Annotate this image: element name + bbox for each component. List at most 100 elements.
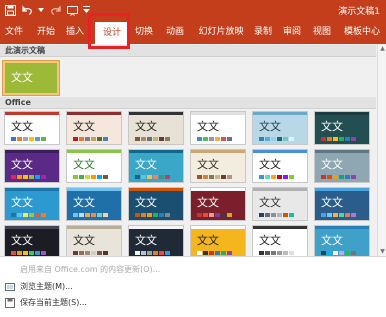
customize-qat-icon[interactable] xyxy=(83,4,90,16)
color-swatch xyxy=(85,251,90,255)
tab-10[interactable]: 模板中心 xyxy=(339,22,385,44)
menu-item-1[interactable]: 浏览主题(M)... xyxy=(0,279,386,294)
color-swatch xyxy=(271,175,276,179)
gallery-scrollbar[interactable]: ▲ ▼ xyxy=(377,44,386,256)
color-swatch xyxy=(79,213,84,217)
theme-thumbnail-22[interactable]: 文文 xyxy=(252,225,308,259)
theme-preview-text: 文文 xyxy=(321,234,343,247)
color-swatch xyxy=(271,213,276,217)
theme-color-swatches xyxy=(135,251,170,255)
color-swatch xyxy=(153,251,158,255)
tab-0[interactable]: 文件 xyxy=(0,22,28,44)
theme-preview-text: 文文 xyxy=(73,158,95,171)
theme-thumbnail-13[interactable]: 文文 xyxy=(66,187,122,221)
color-swatch xyxy=(159,213,164,217)
current-theme-thumbnail[interactable]: 文文 xyxy=(2,60,60,96)
tab-5[interactable]: 动画 xyxy=(160,22,190,44)
theme-thumbnail-9[interactable]: 文文 xyxy=(190,149,246,183)
color-swatch xyxy=(203,251,208,255)
color-swatch xyxy=(11,251,16,255)
color-swatch xyxy=(73,175,78,179)
theme-preview-text: 文文 xyxy=(259,120,281,133)
tab-7[interactable]: 录制 xyxy=(251,22,275,44)
theme-thumbnail-0[interactable]: 文文 xyxy=(4,111,60,145)
theme-preview-text: 文文 xyxy=(259,234,281,247)
tab-1[interactable]: 开始 xyxy=(32,22,60,44)
color-swatch xyxy=(197,137,202,141)
scroll-up-icon[interactable]: ▲ xyxy=(378,44,386,53)
theme-thumbnail-16[interactable]: 文文 xyxy=(252,187,308,221)
color-swatch xyxy=(165,251,170,255)
theme-preview-text: 文文 xyxy=(321,196,343,209)
theme-preview-text: 文文 xyxy=(73,120,95,133)
menu-item-2[interactable]: 保存当前主题(S)... xyxy=(0,295,386,310)
color-swatch xyxy=(271,137,276,141)
redo-icon[interactable] xyxy=(49,4,61,16)
theme-thumbnail-2[interactable]: 文文 xyxy=(128,111,184,145)
color-swatch xyxy=(23,213,28,217)
theme-color-swatches xyxy=(11,175,46,179)
theme-color-swatches xyxy=(73,251,108,255)
color-swatch xyxy=(265,175,270,179)
tab-6[interactable]: 幻灯片放映 xyxy=(194,22,248,44)
theme-color-swatches xyxy=(259,213,294,217)
theme-thumbnail-17[interactable]: 文文 xyxy=(314,187,370,221)
theme-thumbnail-3[interactable]: 文文 xyxy=(190,111,246,145)
theme-preview-text: 文文 xyxy=(11,71,33,84)
color-swatch xyxy=(103,137,108,141)
theme-thumbnail-5[interactable]: 文文 xyxy=(314,111,370,145)
color-swatch xyxy=(265,137,270,141)
theme-thumbnail-1[interactable]: 文文 xyxy=(66,111,122,145)
color-swatch xyxy=(85,175,90,179)
color-swatch xyxy=(333,251,338,255)
theme-thumbnail-23[interactable]: 文文 xyxy=(314,225,370,259)
color-swatch xyxy=(29,213,34,217)
color-swatch xyxy=(227,137,232,141)
theme-thumbnail-21[interactable]: 文文 xyxy=(190,225,246,259)
color-swatch xyxy=(79,251,84,255)
tab-8[interactable]: 审阅 xyxy=(279,22,305,44)
undo-icon[interactable] xyxy=(21,4,33,16)
browse-themes-icon xyxy=(4,281,16,293)
color-swatch xyxy=(197,175,202,179)
tab-2[interactable]: 插入 xyxy=(62,22,88,44)
color-swatch xyxy=(23,175,28,179)
theme-preview-text: 文文 xyxy=(135,158,157,171)
color-swatch xyxy=(289,137,294,141)
menu-item-label: 浏览主题(M)... xyxy=(20,282,73,291)
save-icon[interactable] xyxy=(4,4,16,16)
theme-thumbnail-8[interactable]: 文文 xyxy=(128,149,184,183)
theme-thumbnail-7[interactable]: 文文 xyxy=(66,149,122,183)
start-slideshow-icon[interactable] xyxy=(66,4,78,16)
theme-thumbnail-12[interactable]: 文文 xyxy=(4,187,60,221)
theme-menu: 启用来自 Office.com 的内容更新(O)... 浏览主题(M)... 保存当… xyxy=(0,256,386,317)
theme-thumbnail-19[interactable]: 文文 xyxy=(66,225,122,259)
tab-3[interactable]: 设计 xyxy=(95,22,129,44)
color-swatch xyxy=(351,251,356,255)
theme-thumbnail-15[interactable]: 文文 xyxy=(190,187,246,221)
color-swatch xyxy=(11,213,16,217)
color-swatch xyxy=(29,251,34,255)
theme-thumbnail-4[interactable]: 文文 xyxy=(252,111,308,145)
color-swatch xyxy=(351,175,356,179)
theme-thumbnail-10[interactable]: 文文 xyxy=(252,149,308,183)
ribbon: 演示文稿1 文件 开始 插入 设计 切换 动画 幻灯片放映 录制 审阅 视图 模板中心 xyxy=(0,0,386,44)
theme-color-swatches xyxy=(259,251,294,255)
theme-accent-bar xyxy=(67,226,121,229)
tab-4[interactable]: 切换 xyxy=(131,22,157,44)
color-swatch xyxy=(327,251,332,255)
theme-preview-text: 文文 xyxy=(259,196,281,209)
color-swatch xyxy=(277,137,282,141)
tab-9[interactable]: 视图 xyxy=(309,22,335,44)
theme-thumbnail-20[interactable]: 文文 xyxy=(128,225,184,259)
color-swatch xyxy=(79,175,84,179)
theme-thumbnail-14[interactable]: 文文 xyxy=(128,187,184,221)
theme-accent-bar xyxy=(129,112,183,115)
theme-color-swatches xyxy=(259,137,294,141)
theme-thumbnail-6[interactable]: 文文 xyxy=(4,149,60,183)
theme-thumbnail-18[interactable]: 文文 xyxy=(4,225,60,259)
undo-dropdown-icon[interactable] xyxy=(38,4,44,16)
theme-thumbnail-11[interactable]: 文文 xyxy=(314,149,370,183)
theme-preview-text: 文文 xyxy=(11,196,33,209)
scroll-down-icon[interactable]: ▼ xyxy=(378,247,386,256)
